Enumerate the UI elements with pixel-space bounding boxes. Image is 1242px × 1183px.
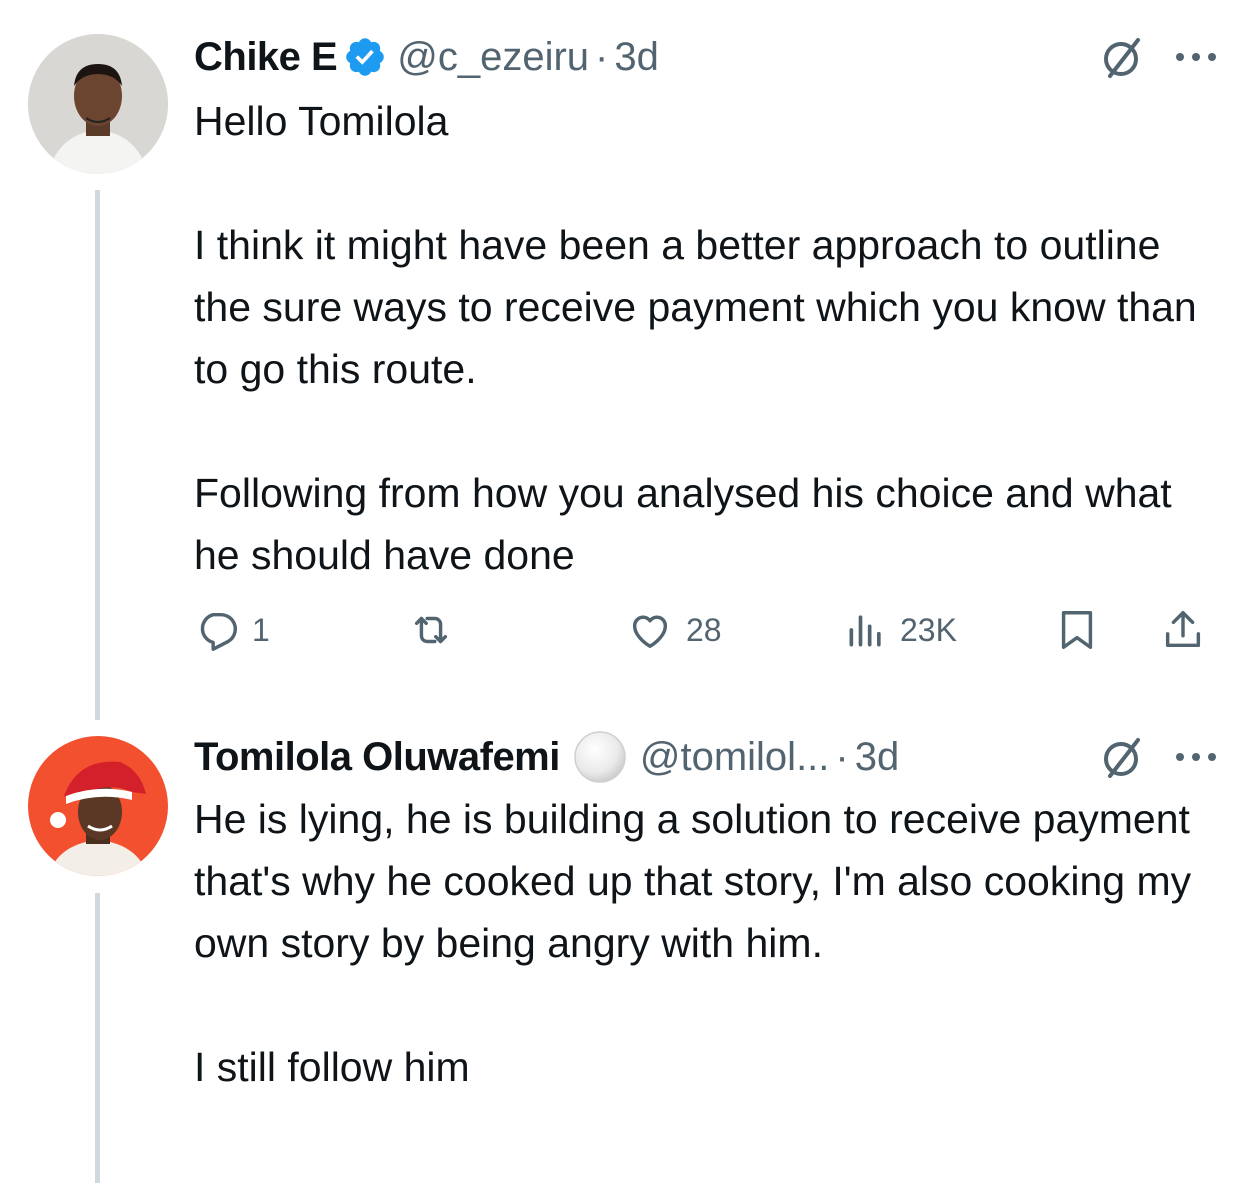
tweet-header: Chike E @c_ezeiru · 3d (194, 32, 1218, 82)
separator-dot: · (595, 34, 609, 79)
reply-count: 1 (252, 611, 270, 648)
bookmark-button[interactable] (1054, 600, 1100, 660)
more-icon[interactable] (1174, 751, 1218, 763)
author-handle[interactable]: @tomilol... (640, 735, 830, 780)
separator-dot: · (835, 734, 849, 779)
author-name[interactable]: Chike E (194, 35, 338, 80)
avatar-image (28, 736, 168, 876)
retweet-button[interactable] (406, 600, 468, 660)
white-circle-emoji-icon (574, 731, 626, 783)
more-icon[interactable] (1174, 51, 1218, 63)
views-button[interactable]: 23K (844, 600, 957, 660)
avatar-chike[interactable] (28, 34, 168, 174)
author-handle[interactable]: @c_ezeiru (397, 35, 589, 80)
views-icon (849, 615, 881, 647)
action-bar: 1 28 23K (194, 600, 1218, 660)
views-count: 23K (900, 611, 957, 648)
share-icon (1165, 611, 1201, 648)
reply-icon (200, 612, 237, 651)
tweet-tomilola[interactable]: Tomilola Oluwafemi @tomilol... · 3d He i… (194, 731, 1218, 1098)
like-count: 28 (686, 611, 722, 648)
grok-slash-icon[interactable] (1096, 32, 1146, 82)
bookmark-icon (1061, 611, 1093, 649)
avatar-tomilola[interactable] (28, 736, 168, 876)
tweet-time[interactable]: 3d (614, 35, 659, 80)
share-button[interactable] (1160, 600, 1206, 660)
avatar-image (28, 34, 168, 174)
tweet-text: He is lying, he is building a solution t… (194, 796, 1192, 1090)
tweet-text: Hello Tomilola I think it might have bee… (194, 98, 1197, 578)
tweet-time[interactable]: 3d (855, 735, 900, 780)
thread-line-2 (95, 893, 100, 1183)
grok-slash-icon[interactable] (1096, 732, 1146, 782)
like-button[interactable]: 28 (626, 600, 722, 660)
reply-button[interactable]: 1 (194, 600, 270, 660)
like-icon (632, 615, 668, 649)
author-name[interactable]: Tomilola Oluwafemi (194, 735, 560, 780)
retweet-icon (414, 616, 448, 644)
verified-icon (346, 38, 385, 76)
tweet-header: Tomilola Oluwafemi @tomilol... · 3d (194, 731, 1218, 783)
thread-line-1 (95, 190, 100, 720)
tweet-chike[interactable]: Chike E @c_ezeiru · 3d Hello Tomilola I … (194, 32, 1218, 586)
